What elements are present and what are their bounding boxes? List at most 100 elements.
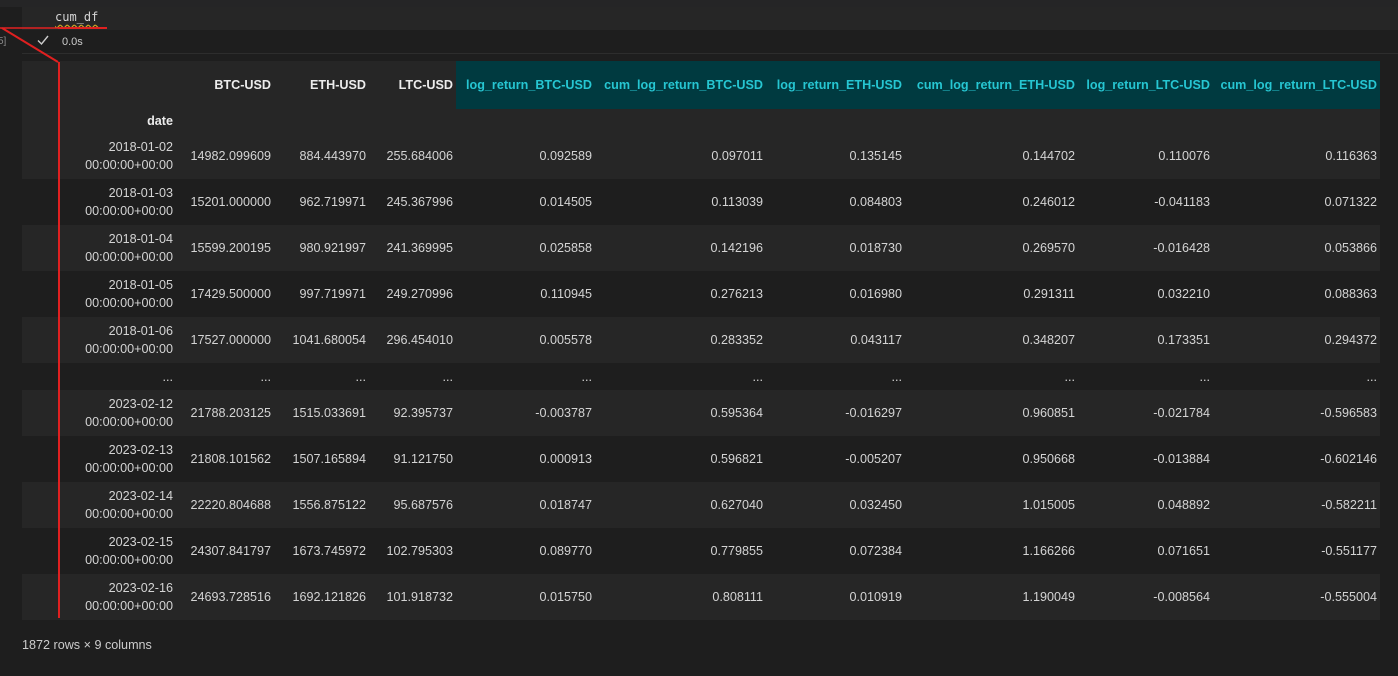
row-index-date: 2023-02-13 00:00:00+00:00 xyxy=(85,443,173,475)
table-cell: ... xyxy=(1199,369,1211,384)
table-cell: 102.795303 xyxy=(386,544,453,558)
table-cell: 21808.101562 xyxy=(190,452,271,466)
index-name-spacer xyxy=(595,109,766,133)
table-cell: 0.110945 xyxy=(540,287,592,301)
cell-status-bar: 0.0s xyxy=(22,31,1398,54)
table-row: 2023-02-14 00:00:00+00:00 22220.804688 1556… xyxy=(22,482,1380,528)
column-header: log_return_BTC-USD xyxy=(456,61,595,109)
index-name-spacer xyxy=(369,109,456,133)
column-header: cum_log_return_BTC-USD xyxy=(595,61,766,109)
table-cell: 0.000913 xyxy=(539,452,592,466)
table-cell: 0.294372 xyxy=(1324,333,1377,347)
table-cell: 0.596821 xyxy=(710,452,763,466)
dataframe-table: BTC-USD ETH-USD LTC-USD log_return_BTC-USD c… xyxy=(22,61,1380,620)
table-row: 2018-01-02 00:00:00+00:00 14982.099609 884.… xyxy=(22,133,1380,179)
table-cell: 0.018747 xyxy=(539,498,592,512)
code-cell-input[interactable] xyxy=(22,7,1398,30)
table-cell: 0.283352 xyxy=(710,333,763,347)
index-name-spacer xyxy=(456,109,595,133)
table-cell: 0.005578 xyxy=(539,333,592,347)
table-cell: 0.053866 xyxy=(1324,241,1377,255)
check-icon xyxy=(37,35,49,46)
table-cell: 1.015005 xyxy=(1022,498,1075,512)
table-cell: 0.960851 xyxy=(1022,406,1075,420)
table-cell: 22220.804688 xyxy=(190,498,271,512)
table-cell: 249.270996 xyxy=(386,287,453,301)
table-cell: -0.016428 xyxy=(1153,241,1210,255)
row-index-date: 2018-01-04 00:00:00+00:00 xyxy=(85,232,173,264)
index-name: date xyxy=(147,114,173,128)
table-cell: 296.454010 xyxy=(386,333,453,347)
column-header: BTC-USD xyxy=(214,78,271,92)
table-cell: ... xyxy=(752,369,764,384)
table-cell: 0.018730 xyxy=(849,241,902,255)
table-cell: 1692.121826 xyxy=(292,590,366,604)
table-cell: 0.032450 xyxy=(849,498,902,512)
table-cell: 241.369995 xyxy=(386,241,453,255)
shape-info: 1872 rows × 9 columns xyxy=(22,638,152,652)
table-cell: 15201.000000 xyxy=(190,195,271,209)
corner-cell xyxy=(22,61,176,109)
table-cell: 0.779855 xyxy=(710,544,763,558)
table-cell: 0.014505 xyxy=(539,195,592,209)
table-row: 2023-02-16 00:00:00+00:00 24693.728516 1692… xyxy=(22,574,1380,620)
column-header: cum_log_return_ETH-USD xyxy=(905,61,1078,109)
table-cell: 255.684006 xyxy=(386,149,453,163)
table-row: 2018-01-04 00:00:00+00:00 15599.200195 980.… xyxy=(22,225,1380,271)
row-index-date: 2018-01-02 00:00:00+00:00 xyxy=(85,140,173,172)
table-cell: 0.246012 xyxy=(1022,195,1075,209)
code-line[interactable]: cum_df xyxy=(55,10,98,24)
table-cell: ... xyxy=(581,369,593,384)
table-cell: 101.918732 xyxy=(386,590,453,604)
table-cell: 0.016980 xyxy=(849,287,902,301)
table-cell: -0.041183 xyxy=(1154,195,1210,209)
table-cell: -0.005207 xyxy=(845,452,902,466)
table-cell: 0.071322 xyxy=(1324,195,1377,209)
table-cell: 15599.200195 xyxy=(190,241,271,255)
table-cell: 0.092589 xyxy=(539,149,592,163)
table-cell: 0.015750 xyxy=(539,590,592,604)
index-name-spacer xyxy=(176,109,274,133)
table-cell: -0.003787 xyxy=(535,406,592,420)
table-cell: -0.551177 xyxy=(1321,544,1377,558)
table-cell: 980.921997 xyxy=(299,241,366,255)
table-body: 2018-01-02 00:00:00+00:00 14982.099609 884.… xyxy=(22,133,1380,620)
table-cell: 0.950668 xyxy=(1022,452,1075,466)
table-cell: -0.555004 xyxy=(1320,590,1377,604)
row-index-date: 2023-02-12 00:00:00+00:00 xyxy=(85,397,173,429)
table-cell: 21788.203125 xyxy=(190,406,271,420)
column-header: LTC-USD xyxy=(398,78,453,92)
table-cell: 1515.033691 xyxy=(292,406,366,420)
table-cell: -0.582211 xyxy=(1321,498,1377,512)
table-cell: 0.113039 xyxy=(711,195,763,209)
table-cell: 1.166266 xyxy=(1022,544,1075,558)
table-cell: 14982.099609 xyxy=(190,149,271,163)
index-name-spacer xyxy=(1078,109,1213,133)
table-cell: 1673.745972 xyxy=(292,544,366,558)
table-cell: 997.719971 xyxy=(299,287,366,301)
table-cell: 0.025858 xyxy=(539,241,592,255)
table-cell: 92.395737 xyxy=(393,406,453,420)
table-cell: ... xyxy=(891,369,903,384)
table-cell: 0.071651 xyxy=(1157,544,1210,558)
index-name-row: date xyxy=(22,109,1380,133)
table-cell: -0.021784 xyxy=(1153,406,1210,420)
table-cell: ... xyxy=(1064,369,1076,384)
execution-time: 0.0s xyxy=(62,36,83,48)
table-row: 2023-02-15 00:00:00+00:00 24307.841797 1673… xyxy=(22,528,1380,574)
table-cell: -0.008564 xyxy=(1153,590,1210,604)
table-cell: 0.627040 xyxy=(710,498,763,512)
table-cell: 0.291311 xyxy=(1023,287,1075,301)
table-cell: 24693.728516 xyxy=(190,590,271,604)
table-cell: 0.173351 xyxy=(1157,333,1210,347)
row-index-date: 2023-02-14 00:00:00+00:00 xyxy=(85,489,173,521)
row-index-date: 2018-01-03 00:00:00+00:00 xyxy=(85,186,173,218)
table-row: .............................. xyxy=(22,363,1380,390)
dataframe-output: BTC-USD ETH-USD LTC-USD log_return_BTC-USD c… xyxy=(22,61,1380,620)
table-cell: 0.048892 xyxy=(1157,498,1210,512)
table-cell: -0.013884 xyxy=(1153,452,1210,466)
table-cell: 0.135145 xyxy=(849,149,902,163)
column-header-row: BTC-USD ETH-USD LTC-USD log_return_BTC-USD c… xyxy=(22,61,1380,109)
table-cell: 0.116363 xyxy=(1325,149,1377,163)
row-index-date: 2018-01-06 00:00:00+00:00 xyxy=(85,324,173,356)
